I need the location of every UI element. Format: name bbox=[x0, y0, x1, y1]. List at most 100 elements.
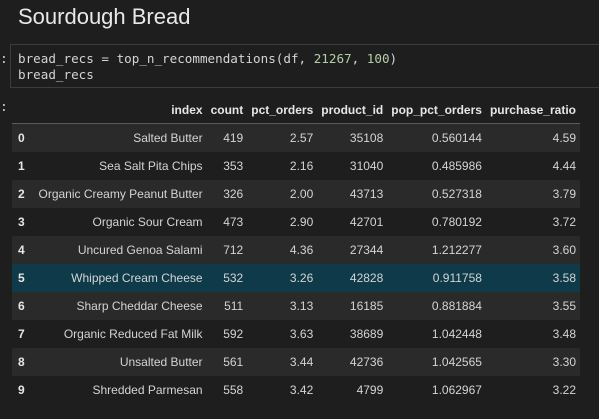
cell-product-id: 43713 bbox=[349, 187, 384, 201]
cell-pop-pct-orders: 1.042565 bbox=[431, 355, 482, 369]
row-index-cell: 4 bbox=[18, 243, 25, 257]
column-header-blank bbox=[12, 96, 34, 124]
cell-count: 353 bbox=[223, 159, 244, 173]
cell-count: 419 bbox=[223, 131, 244, 145]
table-row: 9 Shredded Parmesan 558 3.42 4799 1.062967 3.2… bbox=[12, 376, 580, 404]
code-cell-prompt: : bbox=[0, 52, 8, 67]
cell-pct-orders: 3.26 bbox=[289, 271, 314, 285]
cell-product-id: 31040 bbox=[349, 159, 384, 173]
markdown-heading: Sourdough Bread bbox=[18, 4, 191, 29]
cell-purchase-ratio: 3.58 bbox=[552, 271, 576, 285]
cell-pct-orders: 2.57 bbox=[289, 131, 314, 145]
column-header-index: index bbox=[171, 102, 203, 117]
code-number: 100 bbox=[366, 51, 390, 66]
notebook-page: Sourdough Bread : bread_recs = top_n_rec… bbox=[0, 0, 599, 419]
row-index-cell: 9 bbox=[18, 383, 25, 397]
cell-count: 558 bbox=[223, 383, 244, 397]
cell-pop-pct-orders: 1.212277 bbox=[431, 243, 482, 257]
table-row: 5 Whipped Cream Cheese 532 3.26 42828 0.91175… bbox=[12, 264, 580, 292]
table-row: 8 Unsalted Butter 561 3.44 42736 1.042565 3.30 bbox=[12, 348, 580, 376]
cell-pct-orders: 3.63 bbox=[289, 327, 314, 341]
cell-purchase-ratio: 3.22 bbox=[552, 383, 576, 397]
code-line-2: bread_recs bbox=[18, 67, 94, 82]
row-index-cell: 7 bbox=[18, 327, 25, 341]
row-index-cell: 2 bbox=[18, 187, 25, 201]
cell-index: Sea Salt Pita Chips bbox=[99, 159, 203, 173]
cell-pop-pct-orders: 0.911758 bbox=[432, 271, 482, 285]
cell-product-id: 42701 bbox=[349, 215, 384, 229]
cell-purchase-ratio: 3.72 bbox=[552, 215, 576, 229]
cell-pct-orders: 3.42 bbox=[289, 383, 314, 397]
cell-product-id: 4799 bbox=[356, 383, 384, 397]
row-index-cell: 0 bbox=[18, 131, 25, 145]
cell-index: Shredded Parmesan bbox=[92, 383, 203, 397]
code-cell-editor[interactable]: bread_recs = top_n_recommendations(df, 2… bbox=[10, 44, 599, 88]
cell-product-id: 16185 bbox=[349, 299, 384, 313]
cell-purchase-ratio: 3.30 bbox=[552, 355, 576, 369]
cell-index: Whipped Cream Cheese bbox=[71, 271, 203, 285]
row-index-cell: 8 bbox=[18, 355, 25, 369]
table-row: 7 Organic Reduced Fat Milk 592 3.63 38689 1.0… bbox=[12, 320, 580, 348]
cell-product-id: 42828 bbox=[349, 271, 384, 285]
column-header-pop-pct-orders: pop_pct_orders bbox=[391, 102, 482, 117]
cell-pop-pct-orders: 0.527318 bbox=[431, 187, 482, 201]
cell-pct-orders: 2.16 bbox=[289, 159, 314, 173]
dataframe-output: index count pct_orders product_id pop_pc… bbox=[12, 96, 580, 404]
cell-purchase-ratio: 4.59 bbox=[552, 131, 576, 145]
code-text: ) bbox=[389, 51, 398, 66]
table-row: 1 Sea Salt Pita Chips 353 2.16 31040 0.485986… bbox=[12, 152, 580, 180]
column-header-product-id: product_id bbox=[321, 102, 384, 117]
table-row: 4 Uncured Genoa Salami 712 4.36 27344 1.21227… bbox=[12, 236, 580, 264]
cell-count: 561 bbox=[223, 355, 244, 369]
cell-index: Organic Sour Cream bbox=[92, 215, 203, 229]
cell-product-id: 27344 bbox=[349, 243, 384, 257]
table-row: 3 Organic Sour Cream 473 2.90 42701 0.780192 3… bbox=[12, 208, 580, 236]
cell-count: 473 bbox=[223, 215, 244, 229]
cell-pop-pct-orders: 0.560144 bbox=[431, 131, 482, 145]
cell-product-id: 35108 bbox=[349, 131, 384, 145]
cell-index: Organic Reduced Fat Milk bbox=[63, 327, 203, 341]
code-line-1: bread_recs = top_n_recommendations(df, 2… bbox=[18, 51, 397, 66]
cell-purchase-ratio: 3.55 bbox=[552, 299, 576, 313]
cell-count: 532 bbox=[223, 271, 244, 285]
cell-pct-orders: 4.36 bbox=[289, 243, 314, 257]
row-index-cell: 5 bbox=[18, 271, 25, 285]
cell-count: 511 bbox=[224, 299, 244, 313]
cell-pct-orders: 3.13 bbox=[289, 299, 314, 313]
cell-index: Unsalted Butter bbox=[119, 355, 203, 369]
row-index-cell: 3 bbox=[18, 215, 25, 229]
code-number: 21267 bbox=[313, 51, 352, 66]
row-index-cell: 1 bbox=[18, 159, 25, 173]
cell-product-id: 42736 bbox=[349, 355, 384, 369]
cell-pop-pct-orders: 0.881884 bbox=[431, 299, 482, 313]
cell-pop-pct-orders: 1.062967 bbox=[431, 383, 482, 397]
cell-index: Organic Creamy Peanut Butter bbox=[38, 187, 203, 201]
cell-index: Uncured Genoa Salami bbox=[77, 243, 203, 257]
cell-purchase-ratio: 3.60 bbox=[552, 243, 576, 257]
cell-purchase-ratio: 3.48 bbox=[552, 327, 576, 341]
column-header-purchase-ratio: purchase_ratio bbox=[489, 102, 576, 117]
cell-product-id: 38689 bbox=[349, 327, 384, 341]
column-header-count: count bbox=[210, 102, 244, 117]
table-row: 2 Organic Creamy Peanut Butter 326 2.00 4371… bbox=[12, 180, 580, 208]
cell-count: 712 bbox=[223, 243, 244, 257]
cell-pct-orders: 3.44 bbox=[289, 355, 314, 369]
table-row: 6 Sharp Cheddar Cheese 511 3.13 16185 0.88188… bbox=[12, 292, 580, 320]
cell-pop-pct-orders: 1.042448 bbox=[431, 327, 482, 341]
cell-count: 592 bbox=[223, 327, 244, 341]
cell-index: Sharp Cheddar Cheese bbox=[76, 299, 203, 313]
cell-pop-pct-orders: 0.780192 bbox=[431, 215, 482, 229]
column-header-pct-orders: pct_orders bbox=[251, 102, 314, 117]
code-text: bread_recs = top_n_recommendations(df, bbox=[18, 51, 314, 66]
output-prompt: : bbox=[0, 100, 8, 115]
cell-pop-pct-orders: 0.485986 bbox=[431, 159, 482, 173]
cell-pct-orders: 2.90 bbox=[289, 215, 314, 229]
cell-index: Salted Butter bbox=[133, 131, 203, 145]
cell-purchase-ratio: 4.44 bbox=[552, 159, 576, 173]
table-row: 0 Salted Butter 419 2.57 35108 0.560144 4.59 bbox=[12, 123, 580, 152]
code-text: , bbox=[351, 51, 367, 66]
row-index-cell: 6 bbox=[18, 299, 25, 313]
table-header-row: index count pct_orders product_id pop_pc… bbox=[12, 96, 580, 124]
cell-count: 326 bbox=[223, 187, 244, 201]
cell-pct-orders: 2.00 bbox=[289, 187, 314, 201]
